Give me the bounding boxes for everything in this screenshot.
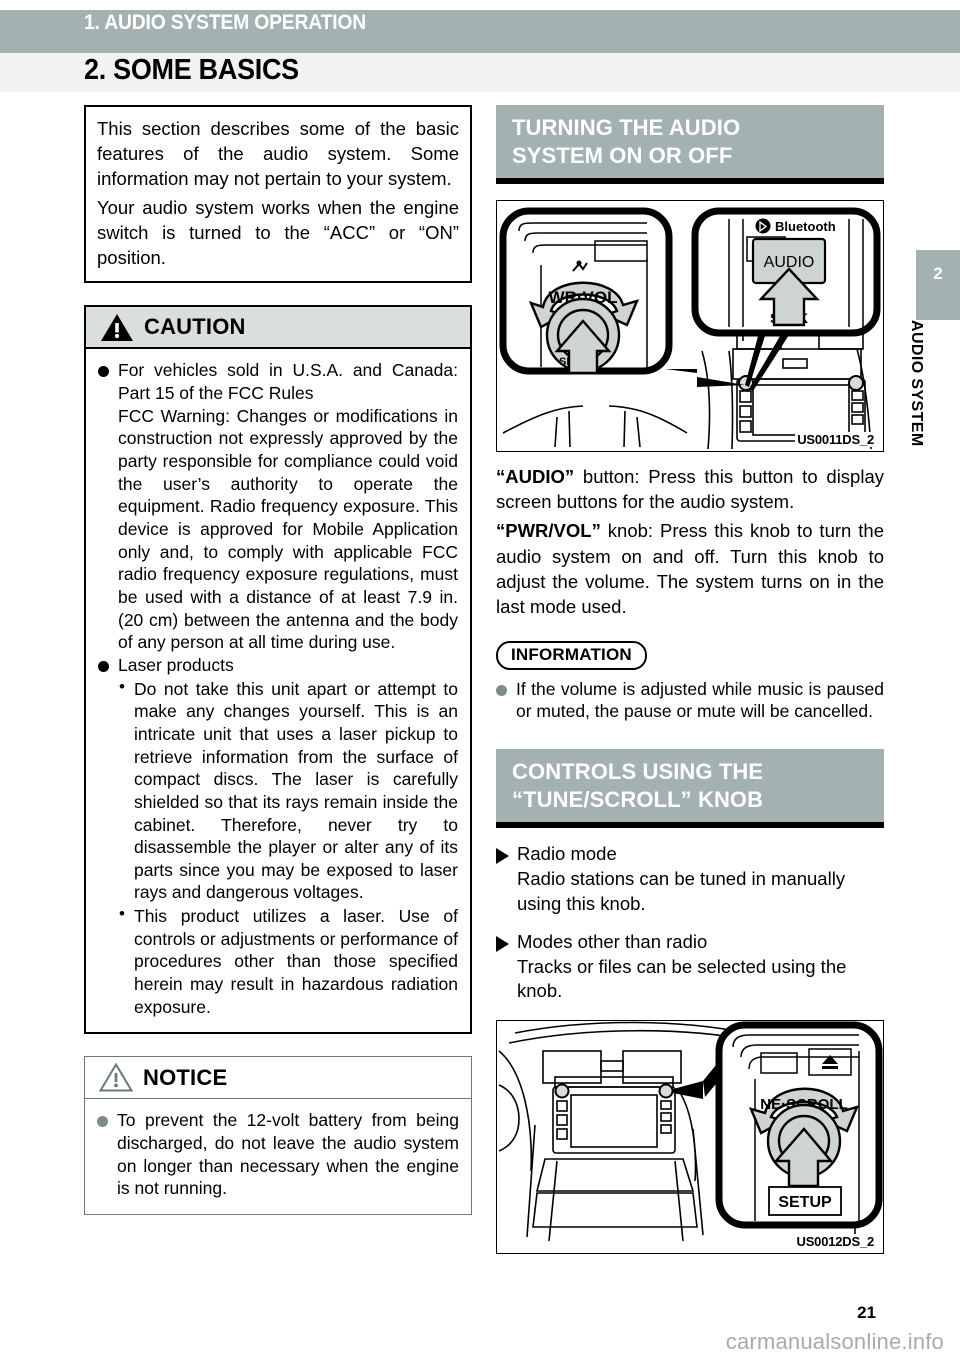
notice-header: NOTICE (85, 1057, 471, 1100)
caution-subitem-1: Do not take this unit apart or attempt t… (118, 676, 458, 905)
caution-title: CAUTION (144, 314, 246, 340)
left-column: This section describes some of the basic… (84, 105, 472, 1216)
notice-title: NOTICE (143, 1064, 228, 1090)
figure-tune-scroll-knob: NE·SCROLL SETUP US0012DS_2 (496, 1019, 884, 1254)
page-title: 2. SOME BASICS (84, 54, 299, 86)
caution-subitem-2: This product utilizes a laser. Use of co… (118, 903, 458, 1018)
figure-label-setup: SETUP (778, 1194, 832, 1211)
caution-item-laser-heading: Laser products (118, 654, 234, 675)
caution-item-fcc-heading: For vehicles sold in U.S.A. and Canada: … (118, 360, 458, 404)
information-title: INFORMATION (496, 640, 647, 670)
figure-label-bluetooth: Bluetooth (775, 219, 836, 234)
figure-1-illustration: WR·VOL SEEK Bluetooth AUDIO SEEK (499, 207, 881, 450)
section-header-line-2: SYSTEM ON OR OFF (512, 143, 733, 169)
side-tab-chapter-number: 2 (916, 250, 960, 320)
intro-paragraph-1: This section describes some of the basic… (97, 118, 459, 190)
section-2-header-line-1: CONTROLS USING THE (512, 759, 764, 784)
pwr-vol-term: “PWR/VOL” (496, 520, 601, 542)
page-number: 21 (857, 1303, 876, 1322)
intro-paragraph-2: Your audio system works when the engine … (97, 197, 459, 269)
notice-list: To prevent the 12-volt battery from bein… (97, 1109, 459, 1200)
notice-item-1: To prevent the 12-volt battery from bein… (97, 1109, 459, 1200)
caution-list: For vehicles sold in U.S.A. and Canada: … (98, 359, 458, 1018)
caution-item-laser: Laser products Do not take this unit apa… (98, 654, 458, 1019)
audio-button-term: “AUDIO” (496, 466, 575, 488)
notice-box: NOTICE To prevent the 12-volt battery fr… (84, 1056, 472, 1216)
notice-body: To prevent the 12-volt battery from bein… (85, 1099, 471, 1214)
section-2-header-line-2: “TUNE/SCROLL” KNOB (512, 787, 764, 813)
caution-header: CAUTION (86, 307, 470, 350)
caution-item-fcc: For vehicles sold in U.S.A. and Canada: … (98, 359, 458, 654)
warning-triangle-outline-icon (99, 1063, 133, 1092)
caution-item-fcc-body: FCC Warning: Changes or modifications in… (118, 405, 458, 653)
figure-2-id: US0012DS_2 (794, 1233, 876, 1249)
pwr-vol-knob-description: “PWR/VOL” knob: Press this knob to turn … (496, 518, 884, 618)
information-item-1: If the volume is adjusted while music is… (496, 678, 884, 723)
section-header-turning-audio-on-off: TURNING THE AUDIO SYSTEM ON OR OFF (496, 105, 884, 185)
figure-1-id: US0011DS_2 (795, 432, 876, 448)
caution-box: CAUTION For vehicles sold in U.S.A. and … (84, 305, 472, 1035)
information-body: If the volume is adjusted while music is… (496, 678, 884, 723)
right-column: TURNING THE AUDIO SYSTEM ON OR OFF WR·VO… (496, 105, 884, 1254)
running-header-title: 1. AUDIO SYSTEM OPERATION (84, 11, 367, 34)
information-list: If the volume is adjusted while music is… (496, 678, 884, 723)
intro-box: This section describes some of the basic… (84, 105, 472, 284)
caution-body: For vehicles sold in U.S.A. and Canada: … (86, 349, 470, 1032)
other-modes-heading: Modes other than radio (496, 930, 884, 955)
radio-mode-body: Radio stations can be tuned in manually … (517, 867, 846, 914)
other-modes-body: Tracks or files can be selected using th… (517, 955, 847, 1002)
information-box: INFORMATION If the volume is adjusted wh… (496, 640, 884, 723)
figure-2-illustration: NE·SCROLL SETUP (498, 1021, 883, 1241)
watermark: carmanualsonline.info (725, 1329, 944, 1354)
warning-triangle-icon (100, 313, 134, 342)
radio-mode-heading: Radio mode (496, 842, 884, 867)
section-header-line-1: TURNING THE AUDIO (512, 115, 741, 140)
side-tab-chapter-label: AUDIO SYSTEM (908, 320, 925, 447)
figure-audio-button-and-pwr-vol-knob: WR·VOL SEEK Bluetooth AUDIO SEEK US0 (496, 200, 884, 453)
section-header-tune-scroll-knob: CONTROLS USING THE “TUNE/SCROLL” KNOB (496, 749, 884, 829)
audio-button-description: “AUDIO” button: Press this button to dis… (496, 464, 884, 514)
